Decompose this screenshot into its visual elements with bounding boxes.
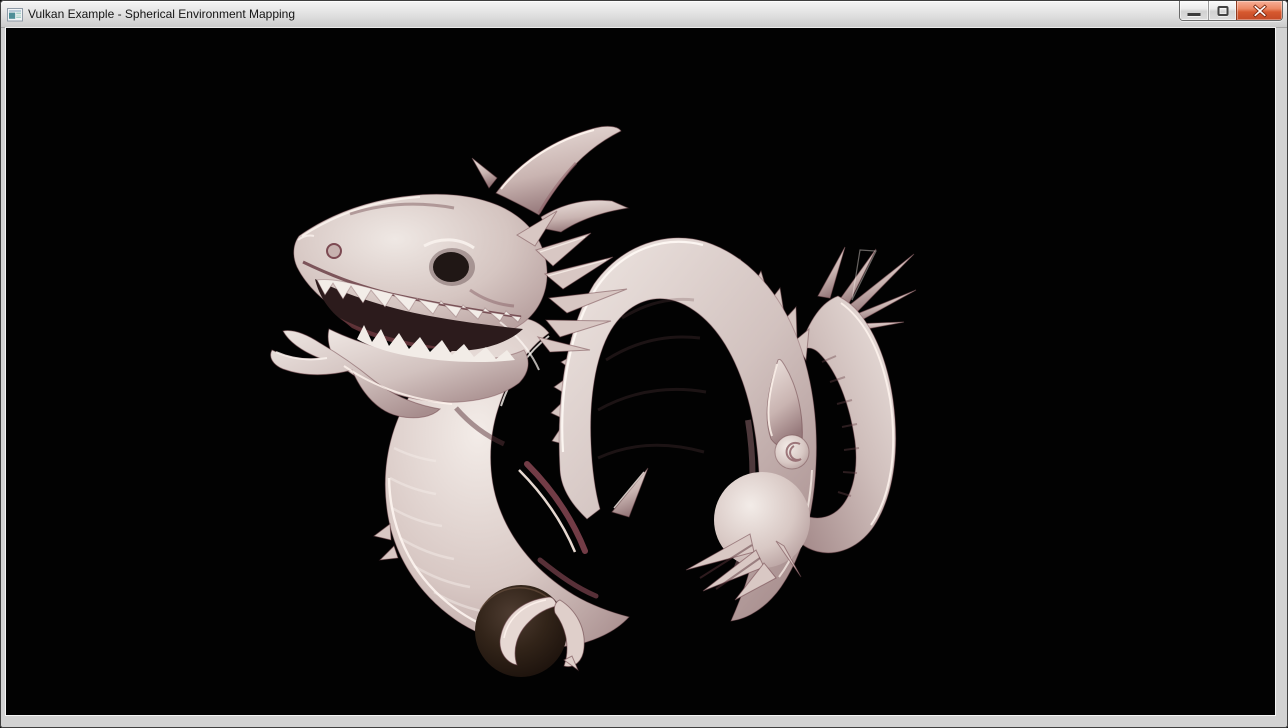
minimize-button[interactable]	[1180, 1, 1208, 20]
titlebar[interactable]: Vulkan Example - Spherical Environment M…	[1, 1, 1287, 28]
minimize-icon	[1188, 13, 1201, 16]
app-window: Vulkan Example - Spherical Environment M…	[0, 0, 1288, 728]
maximize-button[interactable]	[1208, 1, 1236, 20]
window-controls	[1179, 1, 1283, 21]
dragon-model-render	[6, 28, 1275, 715]
close-button[interactable]	[1236, 1, 1282, 20]
maximize-icon	[1217, 6, 1228, 16]
app-icon[interactable]	[7, 7, 23, 23]
render-viewport[interactable]	[6, 28, 1275, 715]
window-title: Vulkan Example - Spherical Environment M…	[28, 7, 295, 22]
close-icon	[1253, 4, 1267, 18]
